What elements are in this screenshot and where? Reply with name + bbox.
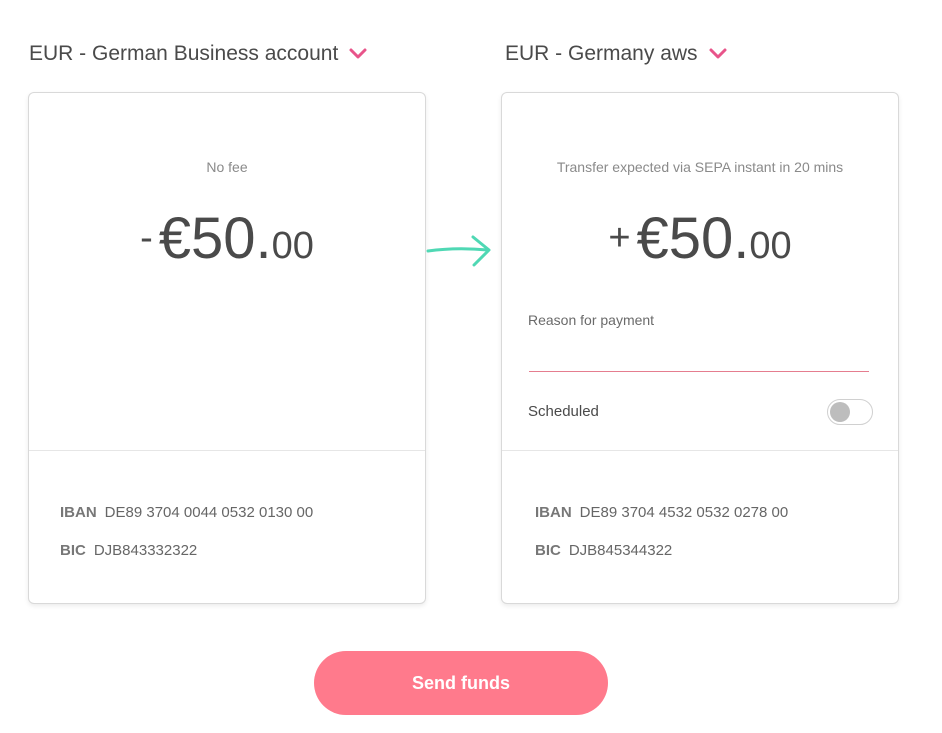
reason-input[interactable] [529,339,869,372]
to-account-select[interactable]: EUR - Germany aws [505,42,728,66]
chevron-down-icon [348,47,368,61]
scheduled-toggle[interactable] [827,399,873,425]
bic-value: DJB845344322 [568,542,673,559]
bic-label: BIC [535,542,561,559]
to-account-label: EUR - Germany aws [505,42,698,65]
to-account-card: Transfer expected via SEPA instant in 20… [501,92,899,604]
chevron-down-icon [708,47,728,61]
bic-label: BIC [60,542,86,559]
bic-value: DJB843332322 [93,542,198,559]
card-divider [29,450,425,451]
toggle-knob [830,402,850,422]
transfer-eta-note: Transfer expected via SEPA instant in 20… [556,159,844,175]
amount-main: €50. [158,206,272,271]
debit-amount: - €50.00 [29,205,425,272]
amount-sign: - [140,217,153,259]
amount-cents: 00 [271,225,314,267]
iban-label: IBAN [60,504,97,521]
arrow-right-icon [426,232,496,268]
iban-row: IBAN DE89 3704 0044 0532 0130 00 [60,504,313,521]
iban-value: DE89 3704 4532 0532 0278 00 [579,504,789,521]
fee-note: No fee [206,159,248,175]
bic-row: BIC DJB843332322 [60,542,197,559]
scheduled-label: Scheduled [528,403,599,420]
send-funds-button[interactable]: Send funds [314,651,608,715]
card-divider [502,450,898,451]
iban-value: DE89 3704 0044 0532 0130 00 [104,504,314,521]
from-account-label: EUR - German Business account [29,42,339,65]
iban-row: IBAN DE89 3704 4532 0532 0278 00 [535,504,788,521]
amount-sign: + [608,217,631,259]
iban-label: IBAN [535,504,572,521]
amount-main: €50. [636,206,750,271]
bic-row: BIC DJB845344322 [535,542,672,559]
from-account-card: No fee - €50.00 IBAN DE89 3704 0044 0532 0… [28,92,426,604]
amount-cents: 00 [749,225,792,267]
reason-label: Reason for payment [528,312,655,328]
credit-amount: + €50.00 [502,205,898,272]
from-account-select[interactable]: EUR - German Business account [29,42,368,66]
